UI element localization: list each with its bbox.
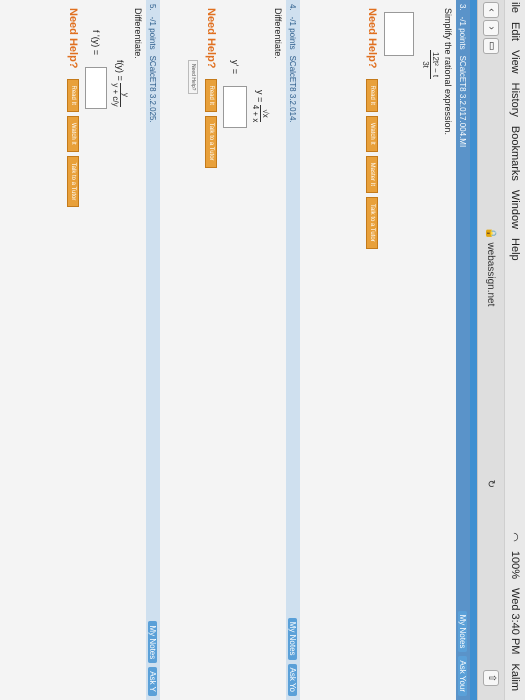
back-icon[interactable]: ‹ — [483, 2, 499, 18]
menu-window[interactable]: Window — [509, 190, 521, 229]
browser-toolbar: ‹ › ▭ 🔒 webassign.net ↻ ⇧ — [477, 0, 504, 700]
question-code: SCalcET8 3.2.025. — [148, 55, 158, 123]
need-help-label: Need Help? — [366, 8, 378, 69]
answer-row: y' = — [223, 0, 247, 700]
question-number: 3. — [458, 4, 468, 11]
eq-denominator: 4 + x — [251, 104, 260, 123]
question-number: 4. — [288, 4, 298, 11]
points: -/1 points — [458, 16, 468, 50]
question-code: SCalcET8 3.2.017.004.MI — [458, 55, 468, 148]
need-help-small[interactable]: Need Help? — [188, 60, 198, 95]
menu-bookmarks[interactable]: Bookmarks — [509, 126, 521, 181]
address-bar[interactable]: 🔒 webassign.net — [486, 54, 497, 480]
expr-numerator: 12t² − t — [430, 50, 440, 80]
my-notes-button[interactable]: My Notes — [458, 610, 468, 653]
question-header: 4. -/1 points SCalcET8 3.2.014. My Notes… — [286, 0, 300, 700]
eq-denominator: y + c/y — [111, 83, 120, 107]
question-3: 3. -/1 points SCalcET8 3.2.017.004.MI My… — [366, 0, 470, 700]
equation-lhs: f(y) = — [115, 60, 126, 81]
question-prompt: Differentiate. — [273, 8, 283, 59]
equation: f(y) = y y + c/y — [111, 0, 130, 700]
help-row: Need Help? Read It Talk to a Tutor — [205, 0, 217, 700]
question-number: 5. — [148, 4, 158, 11]
my-notes-button[interactable]: My Notes — [288, 617, 298, 660]
read-it-button[interactable]: Read It — [366, 78, 378, 112]
talk-to-tutor-button[interactable]: Talk to a Tutor — [67, 155, 79, 208]
expr-denominator: 3t — [421, 61, 430, 68]
watch-it-button[interactable]: Watch It — [67, 115, 79, 152]
need-help-label: Need Help? — [67, 8, 79, 69]
need-help-label: Need Help? — [205, 8, 217, 69]
read-it-button[interactable]: Read It — [67, 78, 79, 112]
question-5: 5. -/1 points SCalcET8 3.2.025. My Notes… — [67, 0, 160, 700]
answer-lhs: f '(y) = — [91, 30, 101, 55]
lock-icon: 🔒 — [485, 227, 497, 240]
menu-help[interactable]: Help — [509, 238, 521, 261]
site-header-strip — [469, 0, 477, 700]
question-prompt: Simplify the rational expression. — [443, 8, 453, 136]
user-name[interactable]: Kalim — [509, 663, 521, 691]
question-4: 4. -/1 points SCalcET8 3.2.014. My Notes… — [187, 0, 300, 700]
talk-to-tutor-button[interactable]: Talk to a Tutor — [366, 197, 378, 249]
points: -/1 points — [288, 16, 298, 50]
answer-box[interactable] — [85, 66, 107, 109]
menu-view[interactable]: View — [509, 50, 521, 74]
help-row: Need Help? Read It Watch It Master It Ta… — [366, 0, 378, 700]
clock[interactable]: Wed 3:40 PM — [509, 588, 521, 654]
sidebar-icon[interactable]: ▭ — [483, 38, 499, 54]
answer-box[interactable] — [384, 12, 414, 56]
ask-teacher-button[interactable]: Ask Yo — [288, 663, 298, 696]
answer-row: f '(y) = — [85, 0, 107, 700]
talk-to-tutor-button[interactable]: Talk to a Tutor — [205, 115, 217, 168]
points: -/1 points — [148, 16, 158, 50]
menu-edit[interactable]: Edit — [509, 22, 521, 41]
question-prompt: Differentiate. — [133, 8, 143, 59]
menu-file[interactable]: ile — [509, 2, 521, 13]
share-icon[interactable]: ⇧ — [483, 670, 499, 686]
rotated-browser-page: ile Edit View History Bookmarks Window H… — [0, 0, 525, 700]
eq-numerator: √x — [260, 104, 270, 123]
question-header: 3. -/1 points SCalcET8 3.2.017.004.MI My… — [456, 0, 470, 700]
question-header: 5. -/1 points SCalcET8 3.2.025. My Notes… — [146, 0, 160, 700]
watch-it-button[interactable]: Watch It — [366, 115, 378, 152]
assignment-content: 3. -/1 points SCalcET8 3.2.017.004.MI My… — [0, 0, 470, 700]
equation: y = √x 4 + x — [251, 0, 270, 700]
address-text: webassign.net — [485, 242, 497, 307]
expression: 12t² − t 3t — [420, 0, 440, 700]
mac-menubar: ile Edit View History Bookmarks Window H… — [504, 0, 525, 700]
my-notes-button[interactable]: My Notes — [148, 621, 158, 664]
eq-numerator: y — [120, 83, 130, 107]
master-it-button[interactable]: Master It — [366, 155, 378, 194]
answer-box[interactable] — [223, 85, 247, 128]
reload-icon[interactable]: ↻ — [486, 480, 497, 488]
read-it-button[interactable]: Read It — [205, 78, 217, 112]
ask-teacher-button[interactable]: Ask Your — [458, 656, 468, 696]
ask-teacher-button[interactable]: Ask Y — [148, 667, 158, 696]
forward-icon[interactable]: › — [483, 20, 499, 36]
help-row: Need Help? Read It Watch It Talk to a Tu… — [67, 0, 79, 700]
menu-history[interactable]: History — [509, 83, 521, 117]
answer-lhs: y' = — [230, 60, 240, 74]
question-code: SCalcET8 3.2.014. — [288, 55, 298, 123]
battery-percent[interactable]: 100% — [509, 551, 521, 579]
equation-lhs: y = — [255, 90, 266, 103]
wifi-icon[interactable]: ◠ — [509, 532, 522, 542]
